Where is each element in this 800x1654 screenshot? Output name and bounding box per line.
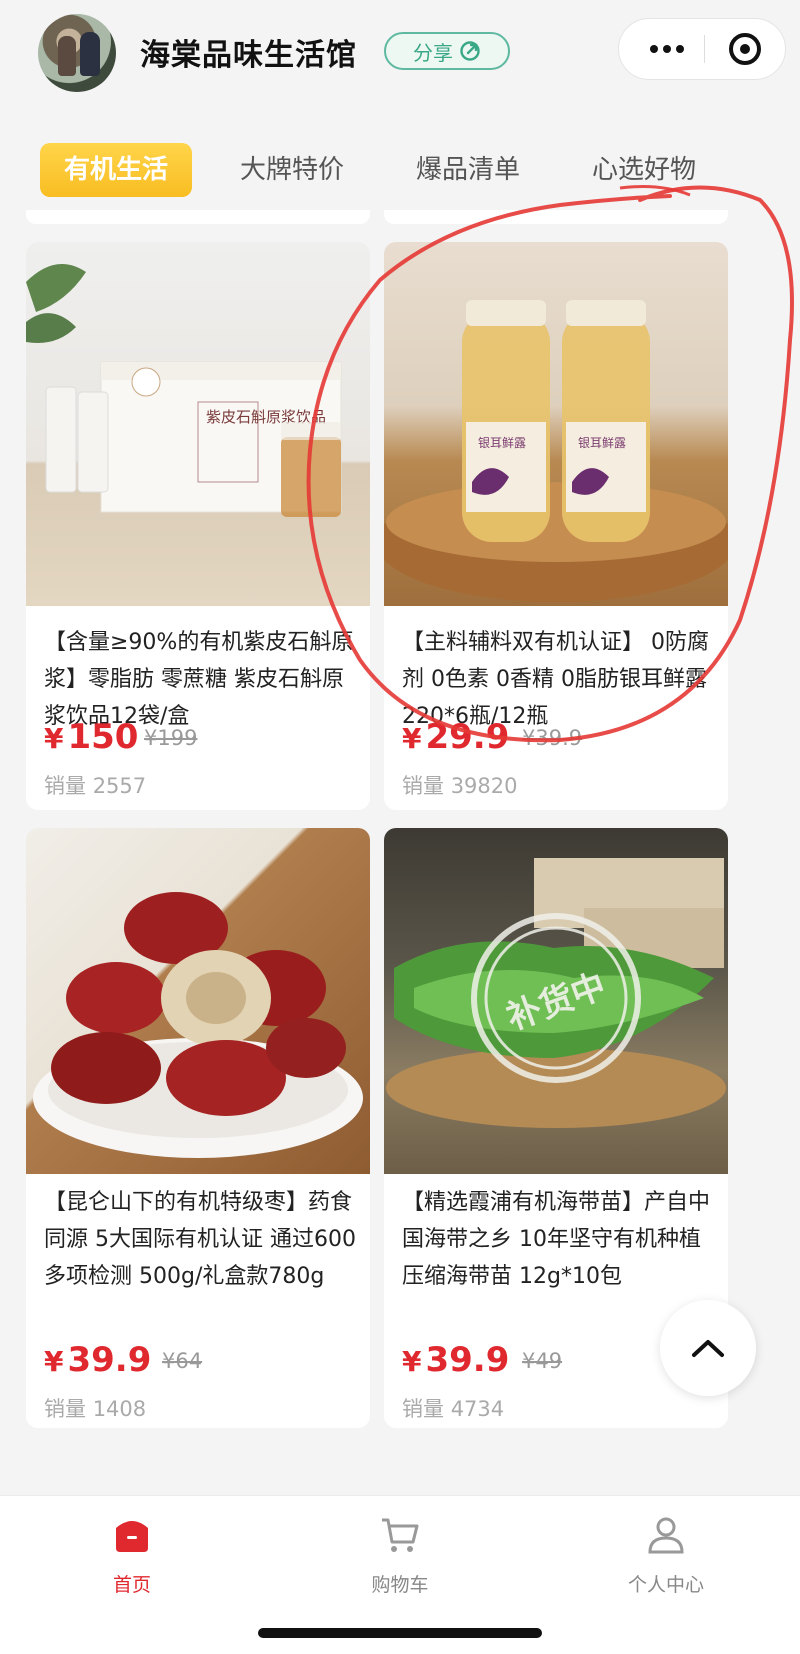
category-tabs: 有机生活 大牌特价 爆品清单 心选好物 xyxy=(0,135,800,205)
product-image[interactable]: 银耳鲜露 银耳鲜露 xyxy=(384,242,728,606)
original-price: ¥199 xyxy=(144,726,198,750)
sales-count: 销量 2557 xyxy=(44,774,147,798)
product-image[interactable] xyxy=(26,828,370,1174)
product-card[interactable]: 【昆仑山下的有机特级枣】药食同源 5大国际有机认证 通过600多项检测 500g… xyxy=(26,828,370,1428)
nav-home-label: 首页 xyxy=(112,1574,151,1596)
home-indicator xyxy=(258,1628,542,1638)
share-button[interactable]: 分享 xyxy=(384,32,510,70)
tab-organic-life[interactable]: 有机生活 xyxy=(40,143,192,197)
product-photo xyxy=(33,892,363,1158)
product-title[interactable]: 【昆仑山下的有机特级枣】药食同源 5大国际有机认证 通过600多项检测 500g… xyxy=(44,1184,356,1295)
svg-text:银耳鲜露: 银耳鲜露 xyxy=(478,436,526,450)
card-edge xyxy=(384,210,728,224)
sales-count: 销量 4734 xyxy=(402,1397,505,1421)
tab-hot-list[interactable]: 爆品清单 xyxy=(400,143,536,197)
product-image[interactable]: 补货中 xyxy=(384,828,728,1174)
sales-count: 销量 39820 xyxy=(402,774,518,798)
sales-count: 销量 1408 xyxy=(44,1397,147,1421)
cart-icon xyxy=(382,1518,419,1552)
product-image[interactable]: 紫皮石斛原浆饮品 xyxy=(26,242,370,606)
svg-text:银耳鲜露: 银耳鲜露 xyxy=(578,436,626,450)
more-dots-icon[interactable] xyxy=(637,19,697,79)
original-price: ¥64 xyxy=(162,1349,203,1373)
product-card[interactable]: 银耳鲜露 银耳鲜露 【主料辅料双有机认证】 0防腐剂 0色素 0香精 0脂肪银耳… xyxy=(384,242,728,810)
user-icon xyxy=(648,1517,684,1554)
home-icon xyxy=(116,1521,148,1552)
tab-brand-deals[interactable]: 大牌特价 xyxy=(224,143,360,197)
product-price: ¥39.9 xyxy=(402,1340,510,1380)
share-icon xyxy=(460,41,480,61)
product-title[interactable]: 【精选霞浦有机海带苗】产自中国海带之乡 10年坚守有机种植 压缩海带苗 12g*… xyxy=(402,1184,714,1295)
chevron-up-icon xyxy=(692,1340,724,1357)
nav-cart[interactable]: 购物车 xyxy=(320,1508,480,1596)
share-label: 分享 xyxy=(413,40,453,65)
original-price: ¥49 xyxy=(522,1349,563,1373)
nav-cart-label: 购物车 xyxy=(371,1574,429,1596)
original-price: ¥39.9 xyxy=(522,726,583,750)
shop-avatar[interactable] xyxy=(38,14,116,92)
nav-profile-label: 个人中心 xyxy=(627,1574,704,1596)
product-price: ¥29.9 xyxy=(402,717,510,757)
mini-program-capsule xyxy=(618,18,786,80)
product-price: ¥39.9 xyxy=(44,1340,152,1380)
card-edge xyxy=(26,210,370,224)
product-photo: 补货中 xyxy=(386,858,726,1128)
target-icon[interactable] xyxy=(729,33,761,65)
product-price: ¥150 xyxy=(44,717,139,757)
scroll-to-top-button[interactable] xyxy=(660,1300,756,1396)
product-card[interactable]: 紫皮石斛原浆饮品 【含量≥90%的有机紫皮石斛原浆】零脂肪 零蔗糖 紫皮石斛原浆… xyxy=(26,242,370,810)
shop-name: 海棠品味生活馆 xyxy=(140,38,357,73)
nav-home[interactable]: 首页 xyxy=(52,1508,212,1596)
header-bar: 海棠品味生活馆 分享 xyxy=(0,0,800,110)
product-photo: 银耳鲜露 银耳鲜露 xyxy=(384,300,728,602)
product-photo: 紫皮石斛原浆饮品 xyxy=(26,264,342,517)
nav-profile[interactable]: 个人中心 xyxy=(586,1508,746,1596)
tab-curated-goods[interactable]: 心选好物 xyxy=(576,143,712,197)
